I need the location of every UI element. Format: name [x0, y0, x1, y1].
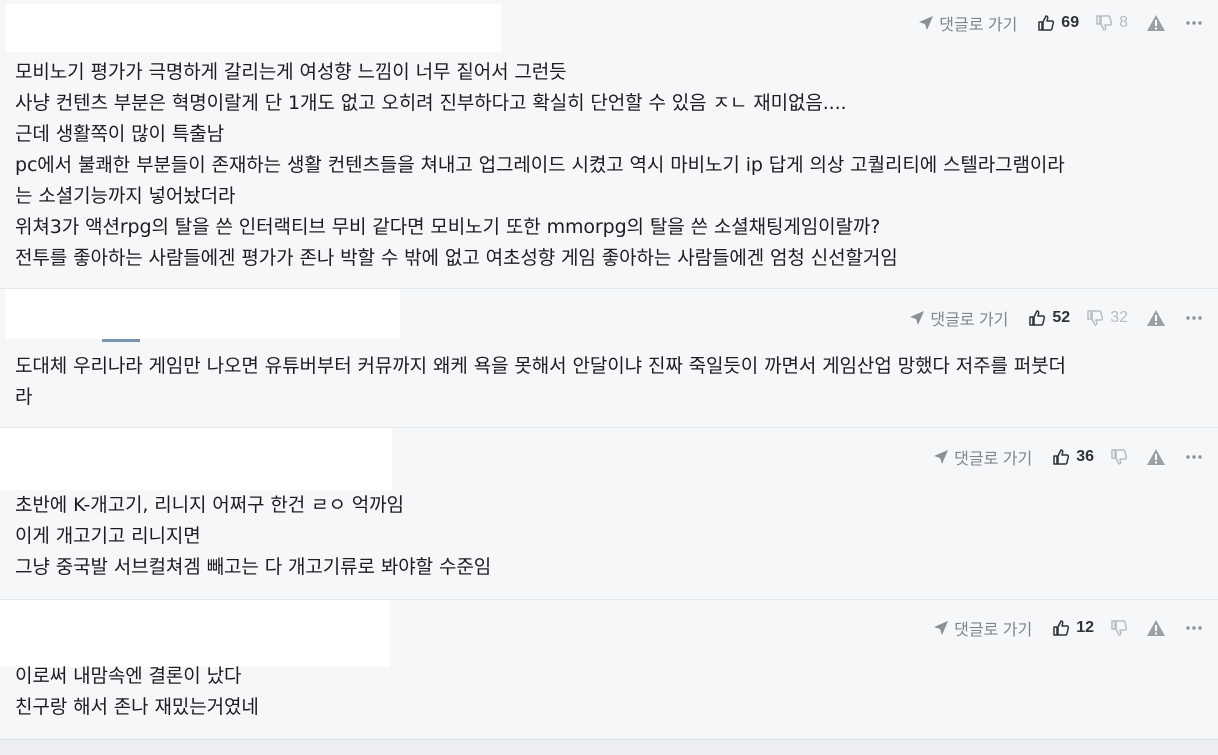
- downvote-button[interactable]: 8: [1095, 14, 1128, 32]
- upvote-button[interactable]: 52: [1028, 309, 1070, 327]
- more-options-button[interactable]: [1186, 20, 1202, 26]
- upvote-count: 36: [1076, 448, 1094, 465]
- comment-item: 댓글로 가기 36 초반에 K-개고기, 리니지 어쩌구 한건 ㄹㅇ 억까임 이…: [0, 428, 1218, 600]
- comment-actions: 댓글로 가기 52 32: [909, 307, 1218, 329]
- downvote-button[interactable]: 32: [1086, 309, 1128, 327]
- comment-line: 친구랑 해서 존나 재밌는거였네: [15, 696, 259, 718]
- more-options-button[interactable]: [1186, 625, 1202, 631]
- thumbs-down-icon: [1087, 310, 1104, 326]
- upvote-button[interactable]: 69: [1037, 14, 1079, 32]
- comment-body: 초반에 K-개고기, 리니지 어쩌구 한건 ㄹㅇ 억까임 이게 개고기고 리니지…: [15, 490, 1200, 583]
- comment-line: 이로써 내맘속엔 결론이 났다: [15, 665, 242, 687]
- more-dots-icon: [1186, 626, 1202, 630]
- reply-label: 댓글로 가기: [930, 312, 1009, 329]
- comment-line: 모비노기 평가가 극명하게 갈리는게 여성향 느낌이 너무 짙어서 그런듯: [15, 61, 567, 83]
- thumbs-down-icon: [1096, 15, 1113, 31]
- upvote-count: 52: [1052, 309, 1071, 326]
- warning-icon: [1147, 620, 1165, 636]
- comment-line: 이게 개고기고 리니지면: [15, 525, 201, 547]
- comment-actions: 댓글로 가기 69 8: [918, 12, 1218, 34]
- comment-line: 위쳐3가 액션rpg의 탈을 쓴 인터랙티브 무비 같다면 모비노기 또한 mm…: [15, 216, 881, 238]
- comment-item: 댓글로 가기 69 8 모비노기 평가가 극명하게 갈리는게 여성향 느낌이 너…: [0, 0, 1218, 289]
- report-button[interactable]: [1146, 309, 1166, 327]
- upvote-button[interactable]: 12: [1052, 619, 1094, 637]
- report-button[interactable]: [1146, 448, 1166, 466]
- reply-label: 댓글로 가기: [954, 622, 1033, 639]
- comment-item: 댓글로 가기 52 32 도대체 우리나라 게임만 나오면 유튜버부터 커뮤까지…: [0, 289, 1218, 428]
- comment-body: 모비노기 평가가 극명하게 갈리는게 여성향 느낌이 너무 짙어서 그런듯 사냥…: [15, 57, 1200, 274]
- bottom-divider: [0, 739, 1218, 755]
- more-dots-icon: [1186, 21, 1202, 25]
- avatar: [102, 339, 140, 342]
- comment-body: 이로써 내맘속엔 결론이 났다 친구랑 해서 존나 재밌는거였네: [15, 661, 1200, 723]
- redacted-author-block: [0, 600, 390, 667]
- comment-item: 댓글로 가기 12 이로써 내맘속엔 결론이 났다 친구랑 해서 존나 재밌는거…: [0, 600, 1218, 739]
- send-arrow-icon: [934, 450, 949, 464]
- comment-line: 라: [15, 386, 33, 408]
- reply-link[interactable]: 댓글로 가기: [933, 616, 1032, 640]
- send-arrow-icon: [919, 16, 934, 30]
- comment-line: 초반에 K-개고기, 리니지 어쩌구 한건 ㄹㅇ 억까임: [15, 494, 404, 516]
- report-button[interactable]: [1146, 14, 1166, 32]
- more-dots-icon: [1186, 316, 1202, 320]
- comment-line: pc에서 불쾌한 부분들이 존재하는 생활 컨텐츠들을 쳐내고 업그레이드 시켰…: [15, 154, 1065, 176]
- thumbs-down-icon: [1111, 449, 1128, 465]
- comment-line: 그냥 중국발 서브컬쳐겜 빼고는 다 개고기류로 봐야할 수준임: [15, 556, 492, 578]
- send-arrow-icon: [934, 621, 949, 635]
- thumbs-down-icon: [1111, 620, 1128, 636]
- warning-icon: [1147, 449, 1165, 465]
- redacted-author-block: [6, 289, 400, 339]
- reply-link[interactable]: 댓글로 가기: [909, 306, 1008, 330]
- comment-body: 도대체 우리나라 게임만 나오면 유튜버부터 커뮤까지 왜케 욕을 못해서 안달…: [15, 351, 1200, 413]
- comment-line: 근데 생활쪽이 많이 특출남: [15, 123, 224, 145]
- more-options-button[interactable]: [1186, 454, 1202, 460]
- reply-link[interactable]: 댓글로 가기: [933, 445, 1032, 469]
- reply-link[interactable]: 댓글로 가기: [918, 11, 1017, 35]
- send-arrow-icon: [910, 311, 925, 325]
- upvote-button[interactable]: 36: [1052, 448, 1094, 466]
- thumbs-up-icon: [1053, 620, 1070, 636]
- report-button[interactable]: [1146, 619, 1166, 637]
- downvote-count: 8: [1119, 14, 1128, 31]
- downvote-button[interactable]: [1110, 448, 1128, 466]
- comment-line: 도대체 우리나라 게임만 나오면 유튜버부터 커뮤까지 왜케 욕을 못해서 안달…: [15, 355, 1066, 377]
- redacted-author-block: [0, 428, 392, 490]
- comment-actions: 댓글로 가기 36: [933, 446, 1218, 468]
- comment-actions: 댓글로 가기 12: [933, 617, 1218, 639]
- redacted-author-block: [6, 4, 501, 52]
- more-dots-icon: [1186, 455, 1202, 459]
- warning-icon: [1147, 310, 1165, 326]
- thumbs-up-icon: [1053, 449, 1070, 465]
- comment-line: 사냥 컨텐츠 부분은 혁명이랄게 단 1개도 없고 오히려 진부하다고 확실히 …: [15, 92, 847, 114]
- upvote-count: 69: [1061, 14, 1080, 31]
- comment-line: 전투를 좋아하는 사람들에겐 평가가 존나 박할 수 밖에 없고 여초성향 게임…: [15, 247, 898, 269]
- more-options-button[interactable]: [1186, 315, 1202, 321]
- reply-label: 댓글로 가기: [954, 451, 1033, 468]
- warning-icon: [1147, 15, 1165, 31]
- downvote-button[interactable]: [1110, 619, 1128, 637]
- reply-label: 댓글로 가기: [939, 17, 1018, 34]
- upvote-count: 12: [1076, 619, 1094, 636]
- downvote-count: 32: [1110, 309, 1128, 326]
- thumbs-up-icon: [1029, 310, 1046, 326]
- comment-line: 는 소셜기능까지 넣어놨더라: [15, 185, 236, 207]
- thumbs-up-icon: [1038, 15, 1055, 31]
